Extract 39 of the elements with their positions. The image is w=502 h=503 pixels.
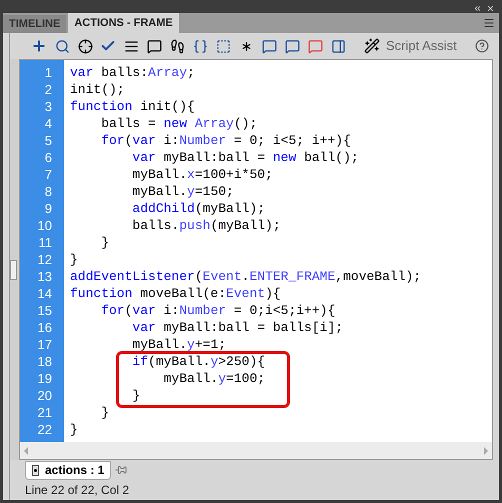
code-editor[interactable]: [20, 60, 492, 442]
status-text: Line 22 of 22, Col 2: [24, 482, 130, 499]
code-line: for(var i:Number = 0; i<5; i++){: [100, 132, 351, 149]
panel-menu-icon[interactable]: [483, 17, 495, 29]
code-line: myBall.x=100+i*50;: [131, 166, 273, 183]
code-line: for(var i:Number = 0;i<5;i++){: [100, 302, 336, 319]
panel-tab[interactable]: TIMELINE: [3, 15, 66, 33]
code-line: var myBall:ball = new ball();: [131, 149, 359, 166]
code-line: init();: [69, 81, 125, 98]
side-handle[interactable]: [10, 260, 17, 280]
document-icon: [32, 464, 39, 476]
target-icon: [78, 38, 92, 54]
code-line: var myBall:ball = balls[i];: [131, 319, 344, 336]
pin-icon[interactable]: [115, 464, 128, 476]
code-line: myBall.y=150;: [131, 183, 234, 200]
script-tab[interactable]: actions : 1: [25, 460, 112, 480]
code-line: myBall.y=100;: [162, 370, 266, 387]
panel-icon: [330, 38, 346, 54]
code-line: function init(){: [69, 98, 195, 115]
code-line: }: [69, 251, 78, 268]
code-line: addChild(myBall);: [131, 200, 266, 217]
code-line: }: [100, 404, 110, 421]
code-line: }: [69, 421, 78, 438]
panel-tab[interactable]: ACTIONS - FRAME: [68, 13, 179, 33]
script-assist-button[interactable]: Script Assist: [364, 36, 457, 56]
code-line: }: [131, 387, 140, 404]
add-icon: [31, 38, 47, 54]
code-line: var balls:Array;: [69, 64, 195, 81]
code-line: if(myBall.y>250){: [131, 353, 266, 370]
code-line: balls = new Array();: [100, 115, 258, 132]
help-icon[interactable]: [475, 39, 489, 53]
code-line: myBall.y+=1;: [131, 336, 226, 353]
code-line: addEventListener(Event.ENTER_FRAME,moveBall);: [69, 268, 422, 285]
code-line: }: [100, 234, 110, 251]
code-line: balls.push(myBall);: [131, 217, 281, 234]
wand-icon: [364, 38, 380, 54]
close-icon[interactable]: [486, 4, 495, 12]
search-icon: [54, 38, 70, 54]
code-line: function moveBall(e:Event){: [69, 285, 281, 302]
